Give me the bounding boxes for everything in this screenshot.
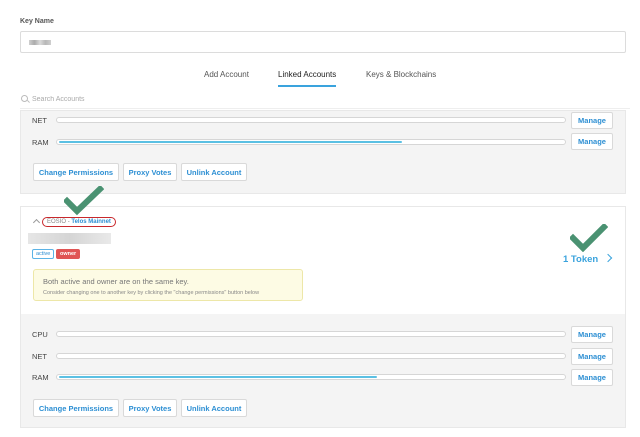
tab-add-account[interactable]: Add Account [204,70,249,85]
account-header: EOSIO - Telos Mainnet active owner 1 Tok… [21,207,625,314]
ram-usage-fill [59,141,402,143]
tokens-label: 1 Token [563,254,599,265]
ram-usage-fill [59,376,377,378]
permission-badge-owner: owner [56,249,81,259]
unlink-account-button[interactable]: Unlink Account [181,399,247,417]
manage-ram-button[interactable]: Manage [571,133,613,150]
key-name-label: Key Name [20,18,54,25]
linked-account-card-2: EOSIO - Telos Mainnet active owner 1 Tok… [20,206,626,428]
chain-name: EOSIO [47,219,67,225]
same-key-warning: Both active and owner are on the same ke… [33,269,303,301]
key-name-value-redacted [29,40,51,45]
ram-usage-bar [56,139,566,145]
manage-net-button[interactable]: Manage [571,348,613,365]
tab-linked-accounts[interactable]: Linked Accounts [278,70,337,87]
warning-title: Both active and owner are on the same ke… [43,277,189,286]
linked-account-card-1: NET Manage RAM Manage Change Permissions… [20,110,626,194]
search-row [20,92,630,109]
checkmark-annotation-icon [64,186,104,216]
caret-up-icon[interactable] [32,218,41,227]
proxy-votes-button[interactable]: Proxy Votes [123,399,177,417]
manage-ram-button[interactable]: Manage [571,369,613,386]
change-permissions-button[interactable]: Change Permissions [33,163,119,181]
cpu-usage-bar [56,331,566,337]
checkmark-annotation-icon [570,224,608,252]
key-name-input[interactable] [20,31,626,53]
account-tabs: Add Account Linked Accounts Keys & Block… [0,70,640,90]
proxy-votes-button[interactable]: Proxy Votes [123,163,177,181]
net-usage-bar [56,117,566,123]
change-permissions-button[interactable]: Change Permissions [33,399,119,417]
tokens-link[interactable]: 1 Token [563,253,613,265]
permission-badge-active: active [32,249,55,259]
manage-net-button[interactable]: Manage [571,112,613,129]
search-input[interactable] [32,93,332,105]
net-usage-bar [56,353,566,359]
chain-network: Telos Mainnet [71,219,111,225]
tab-keys-blockchains[interactable]: Keys & Blockchains [366,70,436,85]
chain-separator: - [67,219,70,225]
chevron-right-icon [603,253,613,263]
ram-usage-bar [56,374,566,380]
search-icon [21,95,28,102]
blockchain-tag: EOSIO - Telos Mainnet [42,217,116,227]
resource-label-net: NET [32,116,47,125]
resource-label-ram: RAM [32,138,49,147]
account-name-redacted [28,233,111,244]
unlink-account-button[interactable]: Unlink Account [181,163,247,181]
warning-subtitle: Consider changing one to another key by … [43,290,260,296]
manage-cpu-button[interactable]: Manage [571,326,613,343]
resource-label-net: NET [32,352,47,361]
resource-label-cpu: CPU [32,330,48,339]
resource-label-ram: RAM [32,373,49,382]
